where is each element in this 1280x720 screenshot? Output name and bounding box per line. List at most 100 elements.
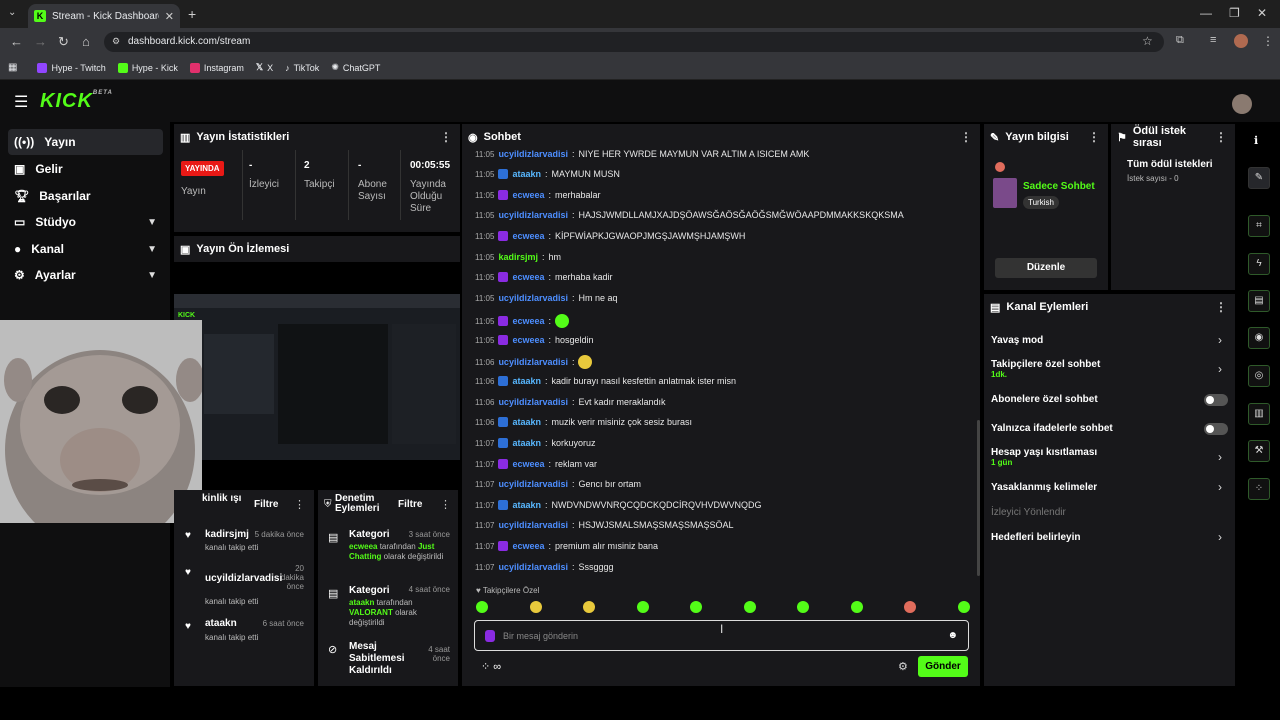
chat-message[interactable]: 11:05 ataakn: MAYMUN MUSN <box>475 169 620 179</box>
chat-username[interactable]: ataakn <box>512 376 541 386</box>
emote-icon[interactable] <box>476 601 488 613</box>
chat-username[interactable]: ucyildizlarvadisi <box>498 149 568 159</box>
more-options-icon[interactable]: ⋮ <box>294 498 305 511</box>
chat-message[interactable]: 11:06 ucyildizlarvadisi: <box>475 355 593 369</box>
chat-message[interactable]: 11:05 ecweea: merhaba kadir <box>475 272 613 282</box>
banned-words-row[interactable]: Yasaklanmış kelimeler <box>991 482 1097 493</box>
chat-message[interactable]: 11:07 ecweea: premium alır mısiniz bana <box>475 541 658 551</box>
tools-icon[interactable]: ⁘ <box>1248 478 1270 500</box>
emote-icon[interactable] <box>797 601 810 613</box>
emote-icon[interactable] <box>743 601 756 613</box>
lightning-icon[interactable]: ϟ <box>1248 253 1270 275</box>
followers-chat-row[interactable]: Takipçilere özel sohbet 1dk. <box>991 359 1100 379</box>
browser-tab[interactable]: K Stream - Kick Dashboard ✕ <box>28 4 180 28</box>
clipboard-icon[interactable]: ▤ <box>1248 290 1270 312</box>
chat-message[interactable]: 11:05 ecweea: merhabalar <box>475 190 601 200</box>
chat-tools-icon[interactable]: ⁘ ∞ <box>481 660 501 673</box>
chat-message[interactable]: 11:07 ataakn: NWDVNDWVNRQCQDCKQDCİRQVHVDWV… <box>475 500 761 510</box>
chat-username[interactable]: ucyildizlarvadisi <box>498 479 568 489</box>
chat-username[interactable]: ecweea <box>512 335 544 345</box>
sidebar-item-yayin[interactable]: ((•)) Yayın <box>8 129 163 155</box>
site-info-icon[interactable]: ⚙ <box>112 36 120 47</box>
chat-username[interactable]: ucyildizlarvadisi <box>498 397 568 407</box>
chat-message[interactable]: 11:07 ucyildizlarvadisi: HSJWJSMALSMAŞSMAŞ… <box>475 520 734 530</box>
bookmark-chatgpt[interactable]: ✺ ChatGPT <box>331 62 380 73</box>
bookmark-x[interactable]: 𝕏X <box>256 62 273 73</box>
minimize-icon[interactable]: — <box>1200 6 1212 20</box>
all-rewards-link[interactable]: Tüm ödül istekleri <box>1127 159 1213 170</box>
bookmark-tiktok[interactable]: ♪ TikTok <box>285 63 319 73</box>
send-button[interactable]: Gönder <box>918 656 968 677</box>
chat-identity-badge-icon[interactable] <box>485 629 495 642</box>
chat-message[interactable]: 11:05 ucyildizlarvadisi: NIYE HER YWRDE MA… <box>475 149 809 159</box>
chat-scrollbar[interactable] <box>977 420 980 576</box>
reload-icon[interactable]: ↻ <box>58 34 69 50</box>
chat-message[interactable]: 11:05 ucyildizlarvadisi: HAJSJWMDLLAMJXAJD… <box>475 210 904 220</box>
emote-icon[interactable] <box>690 601 703 613</box>
bookmark-instagram[interactable]: Instagram <box>189 62 244 73</box>
chevron-right-icon[interactable]: › <box>1218 333 1222 347</box>
emoji-picker-icon[interactable]: ☻ <box>947 630 958 641</box>
chat-message[interactable]: 11:07 ucyildizlarvadisi: Gencı bır ortam <box>475 479 641 489</box>
chat-username[interactable]: ataakn <box>512 438 541 448</box>
queue-icon[interactable]: ▥ <box>1248 403 1270 425</box>
chevron-right-icon[interactable]: › <box>1218 450 1222 464</box>
chat-message[interactable]: 11:07 ecweea: reklam var <box>475 459 597 469</box>
kick-logo[interactable]: KICKBETA <box>40 90 113 113</box>
edit-button[interactable]: Düzenle <box>995 258 1097 278</box>
chat-username[interactable]: ucyildizlarvadisi <box>498 210 568 220</box>
chat-username[interactable]: ecweea <box>512 316 544 326</box>
emote-icon[interactable] <box>957 601 970 613</box>
chat-icon[interactable]: ◉ <box>1248 327 1270 349</box>
chat-username[interactable]: ecweea <box>512 231 544 241</box>
chat-username[interactable]: ataakn <box>512 169 541 179</box>
slow-mode-row[interactable]: Yavaş mod <box>991 335 1043 346</box>
subs-chat-toggle[interactable] <box>1204 394 1228 406</box>
emote-icon[interactable] <box>583 601 596 613</box>
follower-name[interactable]: ucyildizlarvadisi <box>205 573 282 584</box>
close-tab-icon[interactable]: ✕ <box>165 10 174 23</box>
url-input[interactable]: dashboard.kick.com/stream <box>104 32 1164 52</box>
user-avatar[interactable] <box>1232 94 1252 114</box>
filter-button[interactable]: Filtre <box>254 499 278 510</box>
chat-message[interactable]: 11:05 ucyildizlarvadisi: Hm ne aq <box>475 293 618 303</box>
chat-message[interactable]: 11:05 ecweea: <box>475 314 569 328</box>
chat-username[interactable]: ucyildizlarvadisi <box>498 357 568 367</box>
chat-username[interactable]: ecweea <box>512 459 544 469</box>
stream-preview-video[interactable]: KICK <box>174 294 460 460</box>
chat-message[interactable]: 11:05 kadirsjmj: hm <box>475 252 561 262</box>
chat-username[interactable]: ecweea <box>512 190 544 200</box>
more-options-icon[interactable]: ⋮ <box>1215 130 1227 144</box>
apps-grid-icon[interactable]: ▦ <box>8 62 17 73</box>
chat-message[interactable]: 11:07 ataakn: korkuyoruz <box>475 438 596 448</box>
bookmark-hype-kick[interactable]: Hype - Kick <box>117 62 178 73</box>
chat-username[interactable]: ucyildizlarvadisi <box>498 520 568 530</box>
follower-name[interactable]: ataakn <box>205 618 237 629</box>
sidebar-item-kanal[interactable]: ● Kanal ▼ <box>8 236 163 262</box>
chat-username[interactable]: ecweea <box>512 272 544 282</box>
maximize-icon[interactable]: ❐ <box>1229 6 1240 20</box>
browser-menu-icon[interactable]: ⋮ <box>1262 34 1274 48</box>
scan-icon[interactable]: ⌗ <box>1248 215 1270 237</box>
info-icon[interactable]: ℹ <box>1254 134 1258 147</box>
home-icon[interactable]: ⌂ <box>82 34 90 49</box>
tab-list-icon[interactable]: ⌄ <box>8 7 16 18</box>
edit-layout-icon[interactable]: ✎ <box>1248 167 1270 189</box>
chat-message[interactable]: 11:05 ecweea: hosgeldin <box>475 335 594 345</box>
chat-message[interactable]: 11:07 ucyildizlarvadisi: Sssgggg <box>475 562 614 572</box>
more-options-icon[interactable]: ⋮ <box>1088 130 1100 144</box>
chat-username[interactable]: kadirsjmj <box>498 252 538 262</box>
more-options-icon[interactable]: ⋮ <box>1215 300 1227 314</box>
sidebar-item-basarilar[interactable]: 🏆︎ Başarılar <box>8 183 163 209</box>
chat-username[interactable]: ucyildizlarvadisi <box>498 293 568 303</box>
chat-message[interactable]: 11:06 ucyildizlarvadisi: Evt kadır merakla… <box>475 397 666 407</box>
bookmark-hype-twitch[interactable]: Hype - Twitch <box>37 62 106 73</box>
chat-username[interactable]: ataakn <box>512 417 541 427</box>
chat-message[interactable]: 11:05 ecweea: KİPFWİAPKJGWAOPJMGŞJAWMŞHJAM… <box>475 231 745 241</box>
back-icon[interactable]: ← <box>10 34 23 49</box>
bookmark-star-icon[interactable]: ☆ <box>1142 34 1153 48</box>
chat-message[interactable]: 11:06 ataakn: kadir burayı nasıl kesfettin… <box>475 376 736 386</box>
follower-name[interactable]: kadirsjmj <box>205 529 249 540</box>
wrench-icon[interactable]: ⚒ <box>1248 440 1270 462</box>
extensions-icon[interactable]: ⧉ <box>1176 34 1184 47</box>
